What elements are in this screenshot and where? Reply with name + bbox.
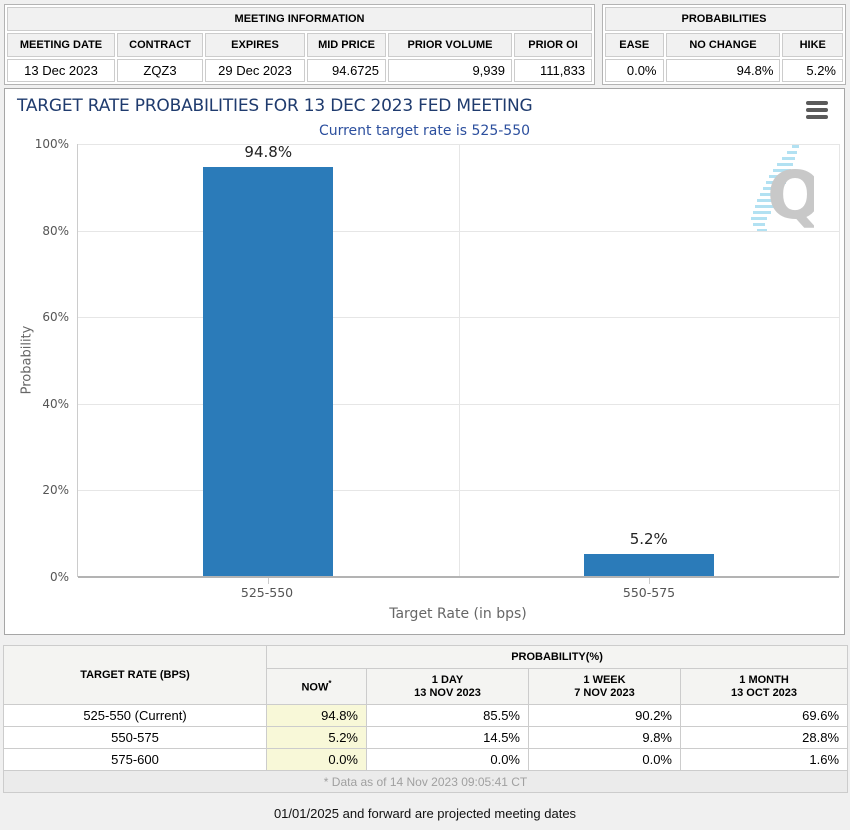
target-rate-probabilities-chart: TARGET RATE PROBABILITIES FOR 13 DEC 202…: [4, 88, 845, 635]
rate-cell: 550-575: [4, 727, 267, 749]
probabilities-header-row: EASE NO CHANGE HIKE: [605, 33, 843, 57]
expires-value: 29 Dec 2023: [205, 59, 305, 82]
col-1-day: 1 DAY13 NOV 2023: [367, 669, 529, 705]
xcat-label-550-575: 550-575: [623, 585, 675, 600]
col-contract: CONTRACT: [117, 33, 203, 57]
now-asterisk: *: [328, 679, 331, 688]
week-value-cell: 90.2%: [529, 705, 681, 727]
history-group-header-row: TARGET RATE (BPS) PROBABILITY(%): [4, 646, 848, 669]
rate-cell: 525-550 (Current): [4, 705, 267, 727]
col-1-week: 1 WEEK7 NOV 2023: [529, 669, 681, 705]
col-mid-price: MID PRICE: [307, 33, 386, 57]
col-no-change: NO CHANGE: [666, 33, 781, 57]
prior-volume-value: 9,939: [388, 59, 512, 82]
x-axis-line: [78, 576, 839, 578]
month-value-cell: 1.6%: [681, 749, 848, 771]
col-expires: EXPIRES: [205, 33, 305, 57]
ytick-0: 0%: [50, 570, 69, 584]
hamburger-menu-icon[interactable]: [806, 101, 828, 119]
history-row-550-575: 550-575 5.2% 14.5% 9.8% 28.8%: [4, 727, 848, 749]
ytick-60: 60%: [42, 310, 69, 324]
bar-value-label-525-550: 94.8%: [244, 143, 292, 161]
history-footnote-row: * Data as of 14 Nov 2023 09:05:41 CT: [4, 771, 848, 793]
chart-title: TARGET RATE PROBABILITIES FOR 13 DEC 202…: [17, 96, 532, 116]
probability-history-table: TARGET RATE (BPS) PROBABILITY(%) NOW* 1 …: [3, 645, 848, 793]
x-axis-title: Target Rate (in bps): [77, 606, 839, 622]
month-value-cell: 28.8%: [681, 727, 848, 749]
bar-value-label-550-575: 5.2%: [630, 530, 668, 548]
xtick-mark-525-550: [268, 578, 269, 584]
week-value-cell: 0.0%: [529, 749, 681, 771]
xtick-mark-550-575: [649, 578, 650, 584]
now-value-cell: 94.8%: [267, 705, 367, 727]
hike-value: 5.2%: [782, 59, 843, 82]
col-meeting-date: MEETING DATE: [7, 33, 115, 57]
col-hike: HIKE: [782, 33, 843, 57]
ytick-40: 40%: [42, 397, 69, 411]
y-axis-title: Probability: [20, 326, 35, 395]
history-row-525-550: 525-550 (Current) 94.8% 85.5% 90.2% 69.6…: [4, 705, 848, 727]
now-value-cell: 5.2%: [267, 727, 367, 749]
meeting-information-value-row: 13 Dec 2023 ZQZ3 29 Dec 2023 94.6725 9,9…: [7, 59, 592, 82]
chart-subtitle: Current target rate is 525-550: [5, 123, 844, 139]
probabilities-title: PROBABILITIES: [605, 7, 843, 31]
xcat-label-525-550: 525-550: [241, 585, 293, 600]
ytick-100: 100%: [35, 137, 69, 151]
day-value-cell: 0.0%: [367, 749, 529, 771]
meeting-information-header-row: MEETING DATE CONTRACT EXPIRES MID PRICE …: [7, 33, 592, 57]
week-value-cell: 9.8%: [529, 727, 681, 749]
category-boundary-line: [459, 144, 460, 577]
ease-value: 0.0%: [605, 59, 664, 82]
meeting-date-value: 13 Dec 2023: [7, 59, 115, 82]
meeting-information-table: MEETING INFORMATION MEETING DATE CONTRAC…: [4, 4, 595, 85]
plot-right-border-line: [839, 144, 840, 577]
mid-price-value: 94.6725: [307, 59, 386, 82]
bar-550-575[interactable]: [584, 554, 714, 577]
probabilities-summary-table: PROBABILITIES EASE NO CHANGE HIKE 0.0% 9…: [602, 4, 846, 85]
rate-cell: 575-600: [4, 749, 267, 771]
month-value-cell: 69.6%: [681, 705, 848, 727]
now-value-cell: 0.0%: [267, 749, 367, 771]
prior-oi-value: 111,833: [514, 59, 592, 82]
col-target-rate-bps: TARGET RATE (BPS): [4, 646, 267, 705]
day-value-cell: 85.5%: [367, 705, 529, 727]
no-change-value: 94.8%: [666, 59, 781, 82]
bar-525-550[interactable]: [203, 167, 333, 577]
col-1-month: 1 MONTH13 OCT 2023: [681, 669, 848, 705]
col-probability-group: PROBABILITY(%): [267, 646, 848, 669]
col-prior-oi: PRIOR OI: [514, 33, 592, 57]
projected-meeting-dates-note: 01/01/2025 and forward are projected mee…: [0, 806, 850, 821]
col-now: NOW*: [267, 669, 367, 705]
data-as-of-footnote: * Data as of 14 Nov 2023 09:05:41 CT: [4, 771, 848, 793]
day-value-cell: 14.5%: [367, 727, 529, 749]
ytick-80: 80%: [42, 224, 69, 238]
meeting-information-title: MEETING INFORMATION: [7, 7, 592, 31]
col-ease: EASE: [605, 33, 664, 57]
plot-area: 100% 80% 60% 40% 20% 0% 94.8% 5.2%: [77, 144, 839, 577]
history-row-575-600: 575-600 0.0% 0.0% 0.0% 1.6%: [4, 749, 848, 771]
col-prior-volume: PRIOR VOLUME: [388, 33, 512, 57]
contract-value: ZQZ3: [117, 59, 203, 82]
ytick-20: 20%: [42, 483, 69, 497]
probabilities-value-row: 0.0% 94.8% 5.2%: [605, 59, 843, 82]
